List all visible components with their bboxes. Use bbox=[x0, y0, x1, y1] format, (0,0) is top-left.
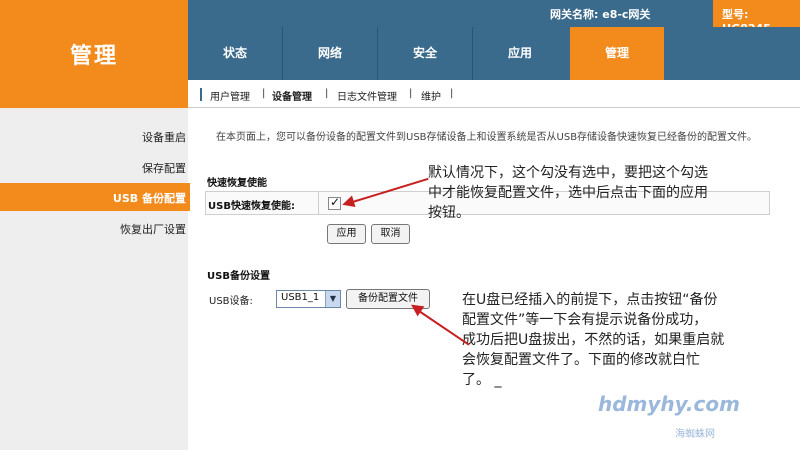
sidebar-item-device-reboot[interactable]: 设备重启 bbox=[6, 129, 186, 145]
usb-device-value: USB1_1 bbox=[281, 292, 320, 303]
tab-security[interactable]: 安全 bbox=[378, 27, 472, 80]
annotation-line: 按钮。 bbox=[428, 205, 470, 221]
page-description: 在本页面上，您可以备份设备的配置文件到USB存储设备上和设置系统是否从USB存储… bbox=[216, 132, 758, 143]
section-title: 管理 bbox=[70, 44, 119, 69]
subnav-marker bbox=[200, 88, 202, 101]
quick-restore-label: USB快速恢复使能: bbox=[208, 201, 295, 212]
tab-status[interactable]: 状态 bbox=[188, 27, 282, 80]
tab-application[interactable]: 应用 bbox=[473, 27, 567, 80]
subnav-maintenance[interactable]: 维护 bbox=[421, 88, 441, 103]
watermark-sub: 海蜘蛛网 bbox=[675, 429, 715, 440]
annotation-line: 默认情况下，这个勾没有选中，要把这个勾选 bbox=[428, 165, 708, 181]
annotation-line: 成功后把U盘拔出，不然的话，如果重启就 bbox=[462, 332, 725, 348]
checkmark-icon: ✓ bbox=[330, 195, 341, 209]
gateway-name: 网关名称: e8-c网关 bbox=[550, 8, 651, 21]
sidebar-item-factory-reset[interactable]: 恢复出厂设置 bbox=[6, 221, 186, 237]
chevron-down-icon[interactable]: ▼ bbox=[325, 291, 340, 307]
tab-network[interactable]: 网络 bbox=[283, 27, 377, 80]
tab-management[interactable]: 管理 bbox=[570, 27, 664, 80]
subnav-separator: | bbox=[409, 88, 413, 99]
annotation-line: 了。 _ bbox=[462, 372, 502, 388]
usb-backup-title: USB备份设置 bbox=[207, 271, 270, 282]
sidebar-item-save-config[interactable]: 保存配置 bbox=[6, 160, 186, 176]
annotation-line: 配置文件”等一下会有提示说备份成功， bbox=[462, 312, 708, 328]
watermark-logo: hdmyhy.com bbox=[598, 392, 740, 416]
annotation-note-1: 默认情况下，这个勾没有选中，要把这个勾选 中才能恢复配置文件，选中后点击下面的应… bbox=[428, 163, 708, 223]
brand-panel: 管理 bbox=[0, 0, 188, 108]
subnav-device-management[interactable]: 设备管理 bbox=[272, 88, 312, 103]
subnav-user-management[interactable]: 用户管理 bbox=[210, 88, 250, 103]
sidebar-item-usb-backup-label: USB 备份配置 bbox=[112, 192, 186, 205]
subnav-log-management[interactable]: 日志文件管理 bbox=[337, 88, 397, 103]
annotation-line: 在U盘已经插入的前提下，点击按钮“备份 bbox=[462, 292, 718, 308]
cancel-button[interactable]: 取消 bbox=[371, 224, 410, 244]
usb-device-label: USB设备: bbox=[209, 296, 253, 307]
top-info-bar bbox=[188, 0, 800, 27]
annotation-line: 会恢复配置文件了。下面的修改就白忙 bbox=[462, 352, 700, 368]
quick-restore-title: 快速恢复使能 bbox=[207, 178, 267, 189]
apply-button[interactable]: 应用 bbox=[327, 224, 366, 244]
subnav-separator: | bbox=[325, 88, 329, 99]
annotation-line: 中才能恢复配置文件，选中后点击下面的应用 bbox=[428, 185, 708, 201]
subnav-separator: | bbox=[450, 88, 454, 99]
annotation-note-2: 在U盘已经插入的前提下，点击按钮“备份 配置文件”等一下会有提示说备份成功， 成… bbox=[462, 290, 724, 390]
subnav-separator: | bbox=[262, 88, 266, 99]
